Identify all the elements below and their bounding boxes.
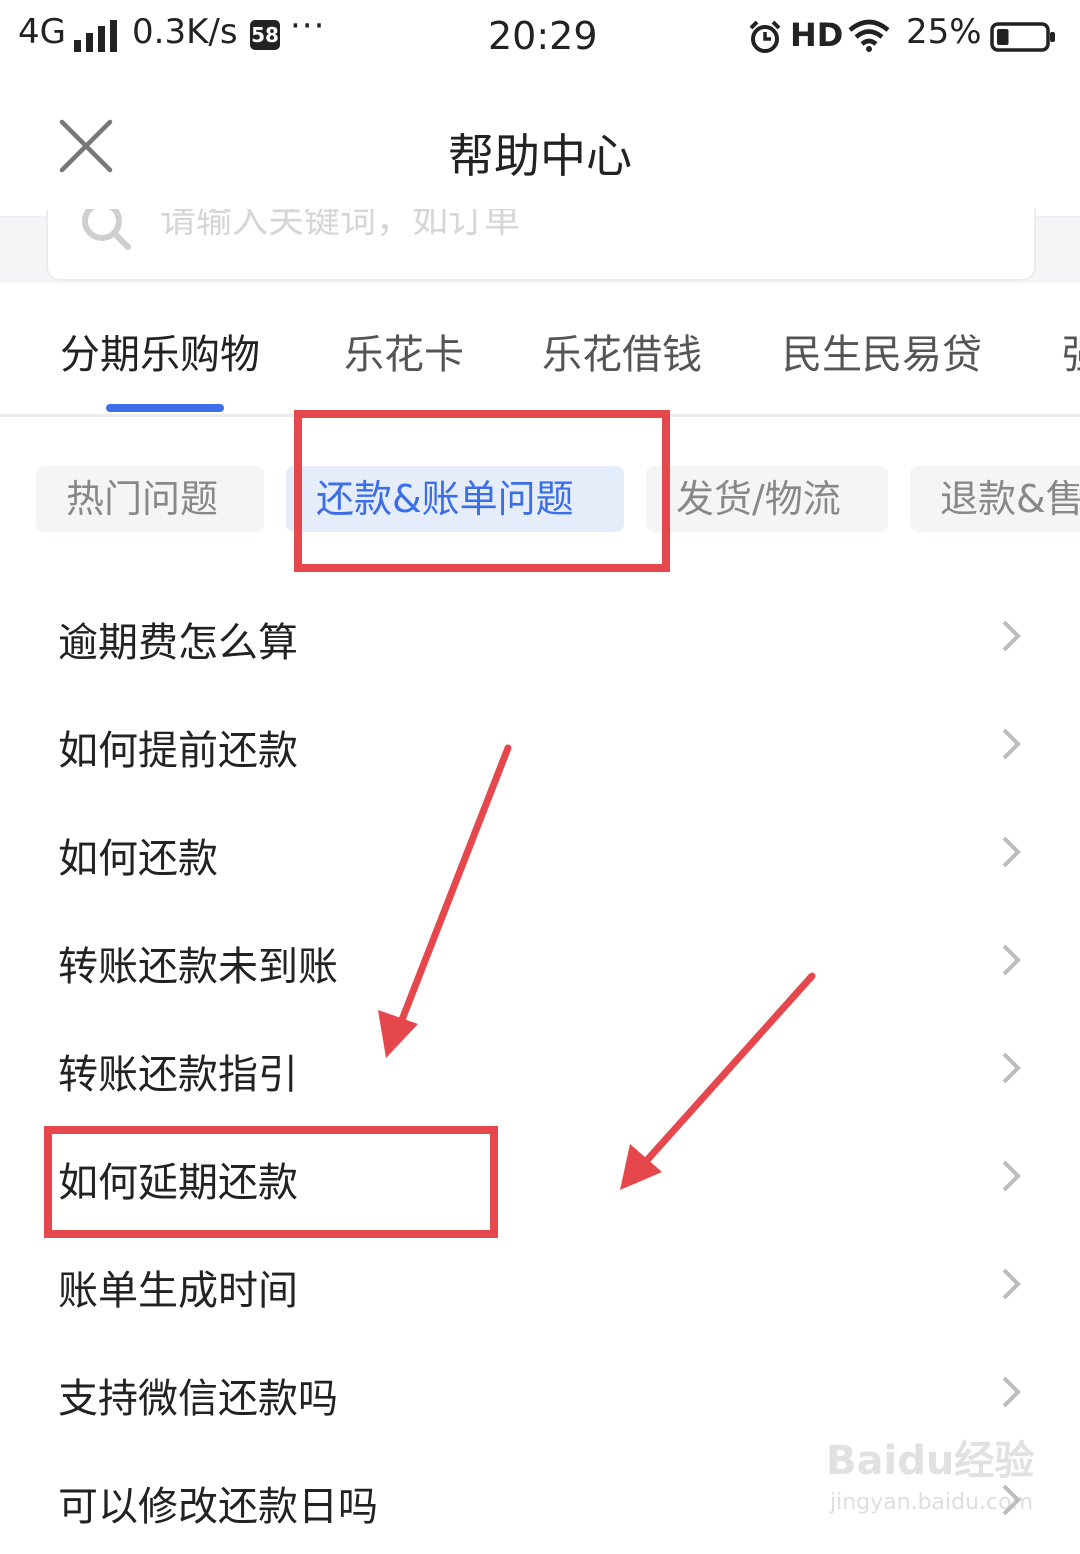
tab-lehua-card[interactable]: 乐花卡: [344, 322, 464, 380]
faq-label: 账单生成时间: [58, 1268, 298, 1314]
faq-label: 转账还款指引: [58, 1052, 298, 1098]
faq-label: 如何延期还款: [58, 1160, 298, 1206]
tab-more[interactable]: 强: [1062, 322, 1080, 380]
chevron-right-icon: [1002, 836, 1021, 868]
chevron-right-icon: [1002, 1052, 1021, 1084]
chevron-right-icon: [1002, 1160, 1021, 1192]
search-region: 请输入关键词，如订单: [0, 209, 1080, 283]
more-notifications: ···: [290, 6, 326, 46]
chevron-right-icon: [1002, 944, 1021, 976]
search-placeholder: 请输入关键词，如订单: [160, 209, 521, 241]
chip-repayment-bill[interactable]: 还款&账单问题: [286, 466, 624, 532]
faq-label: 如何还款: [58, 836, 218, 882]
list-item[interactable]: 如何还款: [0, 798, 1080, 906]
list-item[interactable]: 如何延期还款: [0, 1122, 1080, 1230]
search-icon: [82, 209, 131, 250]
list-item[interactable]: 转账还款指引: [0, 1014, 1080, 1122]
chevron-right-icon: [1002, 728, 1021, 760]
sub-tabs: 热门问题 还款&账单问题 发货/物流 退款&售: [0, 466, 1080, 536]
chevron-right-icon: [1002, 1376, 1021, 1408]
page-title: 帮助中心: [448, 129, 632, 183]
network-speed: 0.3K/s: [132, 12, 238, 52]
signal-icon: [74, 20, 117, 52]
clock: 20:29: [488, 14, 598, 58]
tab-minsheng-loan[interactable]: 民生民易贷: [782, 322, 982, 380]
tab-fenqile-shopping[interactable]: 分期乐购物: [60, 322, 260, 380]
list-item[interactable]: 逾期费怎么算: [0, 582, 1080, 690]
hd-indicator: HD: [790, 16, 844, 54]
watermark-brand: Baidu经验: [826, 1438, 1035, 1484]
chip-refund-aftersale[interactable]: 退款&售: [910, 466, 1080, 532]
tab-lehua-loan[interactable]: 乐花借钱: [542, 322, 702, 380]
header: 帮助中心: [0, 80, 1080, 216]
app-notification-badge: 58: [250, 20, 280, 50]
chevron-right-icon: [1002, 620, 1021, 652]
battery-icon: [990, 22, 1055, 52]
list-item[interactable]: 账单生成时间: [0, 1230, 1080, 1338]
faq-label: 逾期费怎么算: [58, 620, 298, 666]
search-input[interactable]: 请输入关键词，如订单: [46, 209, 1036, 281]
status-bar: 4G 0.3K/s 58 ··· 20:29 HD 25%: [0, 0, 1080, 80]
battery-percent: 25%: [906, 12, 982, 52]
watermark-url: jingyan.baidu.com: [830, 1490, 1034, 1515]
active-tab-indicator: [106, 404, 224, 412]
watermark: Baidu经验 jingyan.baidu.com: [826, 1428, 1034, 1528]
alarm-icon: [749, 20, 781, 53]
faq-list: 逾期费怎么算 如何提前还款 如何还款 转账还款未到账 转账还款指引 如何延期还款…: [0, 582, 1080, 1554]
faq-label: 转账还款未到账: [58, 944, 338, 990]
faq-label: 如何提前还款: [58, 728, 298, 774]
list-item[interactable]: 转账还款未到账: [0, 906, 1080, 1014]
faq-label: 可以修改还款日吗: [58, 1484, 378, 1530]
chip-hot-questions[interactable]: 热门问题: [36, 466, 264, 532]
chip-shipping-logistics[interactable]: 发货/物流: [646, 466, 888, 532]
faq-label: 支持微信还款吗: [58, 1376, 338, 1422]
chevron-right-icon: [1002, 1268, 1021, 1300]
wifi-icon: [848, 19, 890, 52]
list-item[interactable]: 如何提前还款: [0, 690, 1080, 798]
network-type: 4G: [18, 12, 66, 52]
main-tabs: 分期乐购物 乐花卡 乐花借钱 民生民易贷 强: [0, 282, 1080, 417]
